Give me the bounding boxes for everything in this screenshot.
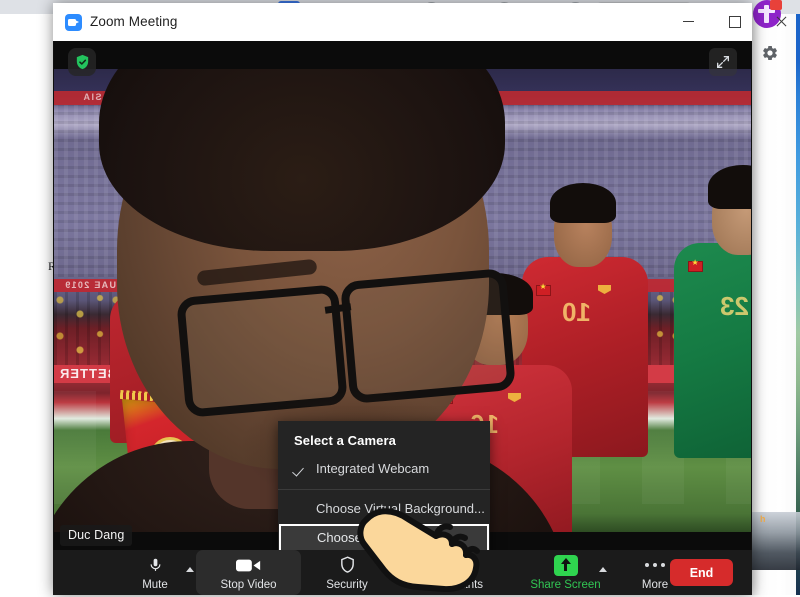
background-far-right-strip [796, 0, 800, 595]
minimize-icon [683, 21, 694, 22]
menu-item-integrated-webcam[interactable]: Integrated Webcam [278, 455, 490, 484]
stop-video-button[interactable]: Stop Video [196, 550, 301, 595]
window-titlebar: Zoom Meeting [53, 3, 752, 42]
encryption-shield-icon[interactable] [68, 48, 96, 76]
maximize-button[interactable] [712, 3, 758, 40]
share-screen-button[interactable]: Share Screen [513, 550, 618, 595]
share-options-chevron-up-icon[interactable] [599, 567, 607, 572]
end-label: End [690, 566, 714, 580]
fullscreen-expand-icon[interactable] [709, 48, 737, 76]
microphone-icon [148, 555, 163, 576]
end-meeting-button[interactable]: End [670, 559, 733, 586]
meeting-toolbar: Mute Stop Video Security [53, 550, 752, 595]
background-far-right-thumb: h [752, 512, 800, 570]
security-button[interactable]: Security [312, 550, 382, 595]
share-screen-icon [554, 555, 578, 576]
close-button[interactable] [758, 3, 800, 40]
eyeglasses-right-lens [340, 268, 516, 404]
security-label: Security [326, 579, 368, 591]
mute-label: Mute [142, 579, 168, 591]
menu-item-choose-video-filter[interactable]: Choose Video Filter... [279, 524, 489, 550]
more-label: More [642, 579, 668, 591]
share-screen-label: Share Screen [530, 579, 600, 591]
menu-item-choose-virtual-background[interactable]: Choose Virtual Background... [278, 495, 490, 524]
mute-options-chevron-up-icon[interactable] [186, 567, 194, 572]
player-number-23: 23 [720, 291, 749, 322]
window-title: Zoom Meeting [90, 14, 178, 29]
video-stage: FOOTBALL ASIA UAE 2019 BETTER 23 10 [53, 41, 752, 550]
context-menu-header: Select a Camera [278, 427, 490, 455]
participants-icon [441, 555, 466, 576]
zoom-meeting-window: Zoom Meeting FOOTBALL ASIA UAE 2019 BETT… [53, 3, 752, 595]
background-far-right-text: h [760, 514, 766, 524]
gear-icon[interactable] [761, 44, 779, 62]
participant-name-label: Duc Dang [60, 525, 132, 546]
player-gk-23: 23 [674, 151, 751, 451]
background-left-strip [0, 14, 46, 595]
shield-icon [339, 555, 356, 576]
maximize-icon [729, 16, 741, 28]
participants-label: Participants [423, 579, 483, 591]
more-dots-icon [645, 555, 665, 576]
minimize-button[interactable] [665, 3, 711, 40]
participants-button[interactable]: Participants [408, 550, 498, 595]
menu-separator [278, 489, 490, 490]
background-right-panel [752, 14, 800, 595]
close-icon [775, 16, 787, 28]
zoom-camera-icon [65, 14, 82, 31]
mute-button[interactable]: Mute [125, 550, 185, 595]
video-camera-icon [236, 555, 261, 576]
stop-video-label: Stop Video [220, 579, 276, 591]
camera-context-menu: Select a Camera Integrated Webcam Choose… [278, 421, 490, 550]
